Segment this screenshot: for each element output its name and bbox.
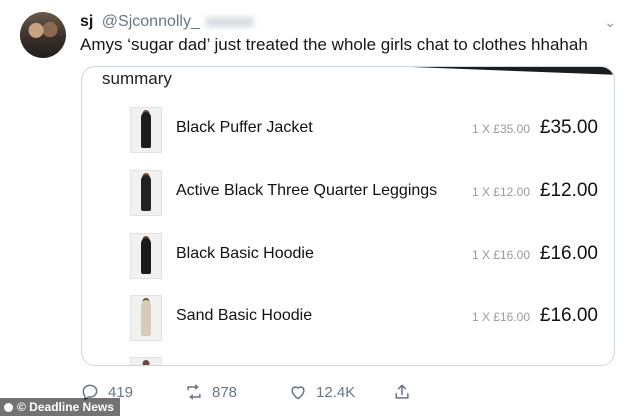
summary-item-row: Black Puffer Jacket 1 X £35.00 £35.00: [82, 107, 614, 157]
avatar[interactable]: [20, 12, 66, 58]
item-price: £16.00: [539, 305, 598, 326]
item-price: £16.00: [539, 243, 598, 264]
order-summary-card[interactable]: summary Black Puffer Jacket 1 X £35.00 £…: [81, 66, 615, 366]
retweet-button[interactable]: 878: [184, 382, 237, 402]
product-thumbnail: [130, 233, 162, 279]
retweet-icon: [187, 384, 201, 400]
item-quantity: 1 X £16.00: [471, 248, 530, 262]
share-button[interactable]: [392, 382, 420, 402]
item-quantity: 1 X £16.00: [471, 310, 530, 324]
item-name: Sand Basic Hoodie: [176, 307, 313, 324]
display-name[interactable]: sj: [80, 13, 93, 30]
retweet-count: 878: [212, 383, 238, 401]
like-count: 12.4K: [316, 383, 356, 401]
user-handle[interactable]: @Sjconnolly_: [102, 13, 200, 30]
tweet-text: Amys ‘sugar dad’ just treated the whole …: [80, 35, 588, 54]
item-price: £35.00: [539, 117, 598, 138]
summary-item-row-partial: [82, 357, 614, 365]
product-thumbnail: [130, 357, 162, 365]
product-thumbnail: [130, 170, 162, 216]
item-name: Active Black Three Quarter Leggings: [176, 182, 438, 199]
product-thumbnail: [130, 107, 162, 153]
watermark: © Deadline News: [0, 398, 120, 416]
item-name: Black Puffer Jacket: [176, 119, 313, 136]
chevron-down-icon[interactable]: ⌄: [604, 14, 616, 31]
watermark-text: © Deadline News: [17, 400, 114, 414]
share-icon: [395, 384, 409, 399]
summary-item-row: Active Black Three Quarter Leggings 1 X …: [82, 170, 614, 220]
tweet-header: sj @Sjconnolly_: [80, 12, 255, 32]
like-button[interactable]: 12.4K: [288, 382, 355, 402]
tweet-actions: 419 878 12.4K: [80, 382, 440, 406]
redacted-handle-blur: [206, 16, 255, 27]
card-title: summary: [102, 69, 172, 88]
item-price: £12.00: [539, 180, 598, 201]
summary-item-row: Black Basic Hoodie 1 X £16.00 £16.00: [82, 233, 614, 283]
summary-item-row: Sand Basic Hoodie 1 X £16.00 £16.00: [82, 295, 614, 345]
item-quantity: 1 X £12.00: [471, 185, 530, 199]
product-thumbnail: [130, 295, 162, 341]
item-name: Black Basic Hoodie: [176, 245, 314, 262]
card-top-bar: [409, 67, 614, 75]
item-quantity: 1 X £35.00: [471, 122, 530, 136]
heart-icon: [291, 386, 305, 400]
